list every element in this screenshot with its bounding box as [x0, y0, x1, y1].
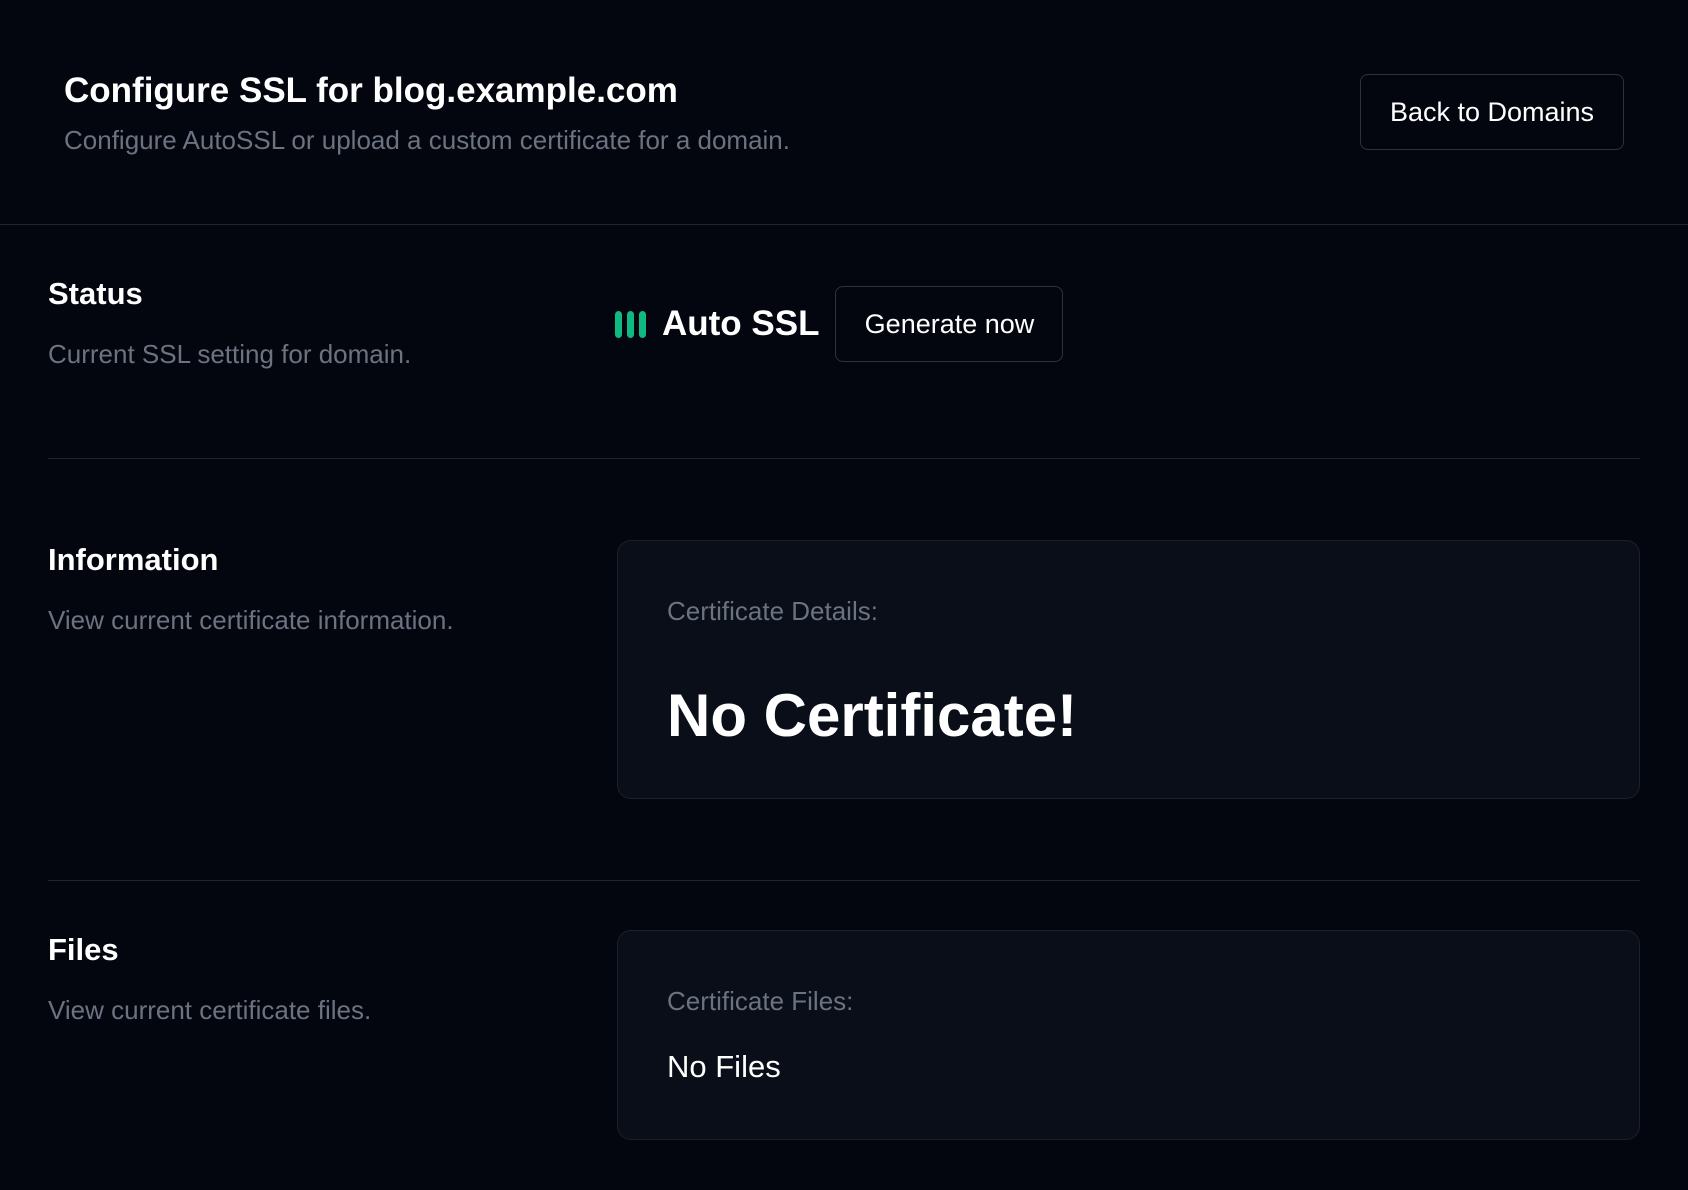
- generate-now-button[interactable]: Generate now: [835, 286, 1064, 362]
- page-header: Configure SSL for blog.example.com Confi…: [0, 0, 1688, 225]
- status-section-description: Current SSL setting for domain.: [48, 339, 412, 369]
- back-to-domains-button[interactable]: Back to Domains: [1360, 74, 1624, 150]
- status-row: Auto SSL Generate now: [615, 286, 1064, 362]
- bar: [615, 310, 622, 338]
- certificate-details-value: No Certificate!: [667, 682, 1078, 749]
- page-title: Configure SSL for blog.example.com: [64, 71, 678, 110]
- certificate-details-card: Certificate Details: No Certificate!: [617, 540, 1640, 799]
- bars-icon: [615, 310, 646, 338]
- certificate-details-label: Certificate Details:: [667, 596, 878, 626]
- ssl-status-label: Auto SSL: [662, 304, 820, 343]
- files-section-description: View current certificate files.: [48, 995, 372, 1025]
- information-section-title: Information: [48, 542, 219, 577]
- files-section-title: Files: [48, 932, 119, 967]
- page-subtitle: Configure AutoSSL or upload a custom cer…: [64, 125, 790, 155]
- information-section-description: View current certificate information.: [48, 605, 454, 635]
- bar: [627, 310, 634, 338]
- bar: [639, 310, 646, 338]
- certificate-files-label: Certificate Files:: [667, 986, 854, 1016]
- section-divider: [48, 880, 1640, 881]
- certificate-files-value: No Files: [667, 1049, 781, 1084]
- section-divider: [48, 458, 1640, 459]
- status-section-title: Status: [48, 276, 143, 311]
- certificate-files-card: Certificate Files: No Files: [617, 930, 1640, 1140]
